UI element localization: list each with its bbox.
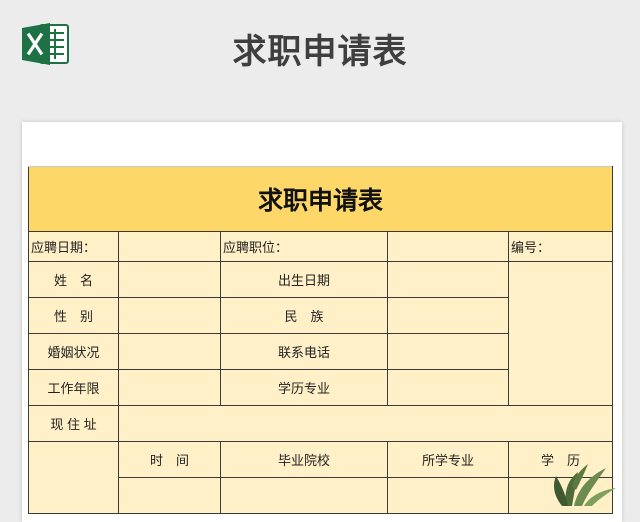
education-header-school: 毕业院校 — [220, 441, 388, 478]
name-row: 姓 名 出生日期 — [28, 261, 613, 406]
apply-position-label: 应聘职位： — [220, 231, 388, 262]
marital-status-field[interactable] — [118, 333, 221, 370]
phone-field[interactable] — [387, 333, 509, 370]
name-label: 姓 名 — [28, 261, 119, 298]
gender-label: 性 别 — [28, 297, 119, 334]
name-field[interactable] — [118, 261, 221, 298]
work-years-field[interactable] — [118, 369, 221, 406]
apply-date-label: 应聘日期： — [28, 231, 119, 262]
education-header-row: 时 间 毕业院校 所学专业 学 历 — [28, 441, 613, 514]
birth-date-field[interactable] — [387, 261, 509, 298]
education-time-field[interactable] — [118, 477, 221, 514]
page-title: 求职申请表 — [232, 33, 408, 71]
marital-status-label: 婚姻状况 — [28, 333, 119, 370]
form-title-row: 求职申请表 — [28, 166, 613, 232]
address-label: 现 住 址 — [28, 405, 119, 442]
ethnicity-field[interactable] — [387, 297, 509, 334]
education-major-field-row[interactable] — [387, 477, 509, 514]
page-header: 求职申请表 — [0, 0, 640, 100]
ethnicity-label: 民 族 — [220, 297, 388, 334]
number-label: 编号： — [508, 231, 613, 262]
phone-label: 联系电话 — [220, 333, 388, 370]
apply-date-field[interactable] — [118, 231, 221, 262]
education-major-label: 学历专业 — [220, 369, 388, 406]
education-section-label — [28, 441, 119, 514]
education-header-major: 所学专业 — [387, 441, 509, 478]
education-school-field[interactable] — [220, 477, 388, 514]
address-field[interactable] — [118, 405, 613, 442]
form-title: 求职申请表 — [28, 166, 613, 232]
birth-date-label: 出生日期 — [220, 261, 388, 298]
application-form-table: 求职申请表 应聘日期： 应聘职位： 编号： 姓 名 出生日期 性 别 民 族 婚… — [28, 166, 613, 514]
education-major-field[interactable] — [387, 369, 509, 406]
address-row: 现 住 址 — [28, 405, 613, 442]
header-info-row: 应聘日期： 应聘职位： 编号： — [28, 231, 613, 262]
work-years-label: 工作年限 — [28, 369, 119, 406]
education-header-time: 时 间 — [118, 441, 221, 478]
gender-field[interactable] — [118, 297, 221, 334]
apply-position-field[interactable] — [387, 231, 509, 262]
plant-decoration-icon — [554, 464, 616, 506]
photo-cell[interactable] — [508, 261, 613, 406]
